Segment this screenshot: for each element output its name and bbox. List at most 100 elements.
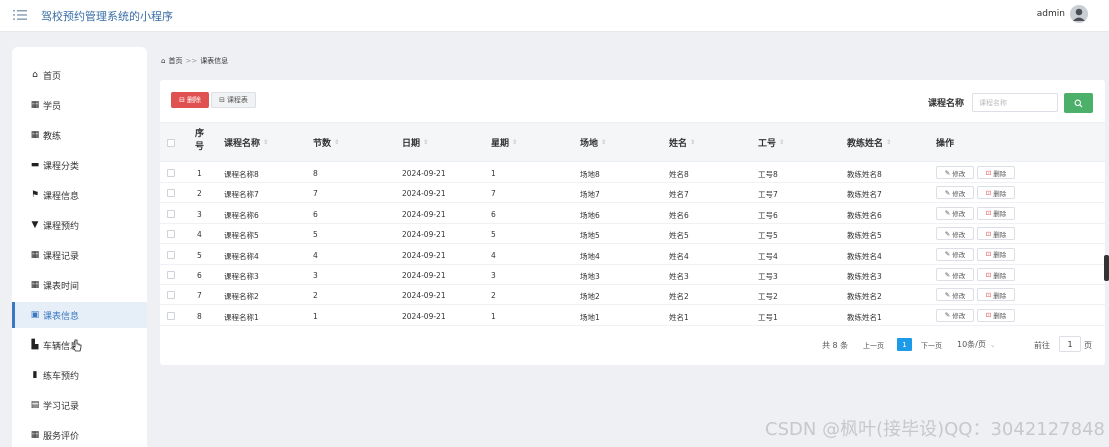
edit-button[interactable]: ✎ 修改 [936, 227, 974, 241]
edit-button[interactable]: ✎ 修改 [936, 206, 974, 220]
column-header-date[interactable]: 日期 ⇕ [402, 136, 428, 149]
cell-name: 姓名5 [669, 231, 689, 241]
delete-label: 删除 [993, 251, 1007, 260]
sort-icon[interactable]: ⇕ [512, 139, 517, 146]
goto-page-input[interactable]: 1 [1059, 336, 1081, 352]
delete-button[interactable]: ⊡ 删除 [977, 206, 1015, 220]
batch-delete-button[interactable]: ⊟ 删除 [171, 92, 209, 108]
row-checkbox[interactable] [167, 209, 175, 218]
delete-button[interactable]: ⊡ 删除 [977, 247, 1015, 261]
header-label: 教练姓名 [847, 139, 884, 149]
cell-name: 姓名1 [669, 312, 689, 322]
sidebar-item-course-booking[interactable]: ▼ 课程预约 [12, 212, 147, 238]
sort-icon[interactable]: ⇕ [601, 139, 606, 146]
sidebar-item-driving-booking[interactable]: ▮ 练车预约 [12, 362, 147, 388]
chart-icon: ▮ [32, 370, 38, 380]
delete-button[interactable]: ⊡ 删除 [977, 227, 1015, 241]
column-header-weekday[interactable]: 星期 ⇕ [491, 136, 517, 149]
trash-icon: ⊡ [985, 290, 992, 299]
pagination-next[interactable]: 下一页 [921, 341, 942, 351]
table-row: 7 课程名称2 2 2024-09-21 2 场地2 姓名2 工号2 教练姓名2 ✎ 修改 ⊡ 删除 [160, 285, 1105, 306]
column-header-venue[interactable]: 场地 ⇕ [580, 136, 606, 149]
row-checkbox[interactable] [167, 291, 175, 300]
column-header-sessions[interactable]: 节数 ⇕ [313, 136, 339, 149]
row-checkbox[interactable] [167, 250, 175, 259]
sidebar-item-course-category[interactable]: ▬ 课程分类 [12, 152, 147, 178]
row-checkbox[interactable] [167, 271, 175, 279]
edit-button[interactable]: ✎ 修改 [936, 308, 974, 322]
delete-button[interactable]: ⊡ 删除 [977, 186, 1015, 200]
seq-header-line1: 序 [195, 129, 205, 139]
cell-weekday: 3 [491, 271, 496, 280]
edit-button[interactable]: ✎ 修改 [936, 166, 974, 179]
select-all-checkbox[interactable] [167, 139, 175, 147]
row-checkbox[interactable] [167, 169, 175, 177]
cell-course-name: 课程名称4 [224, 251, 259, 261]
sort-icon[interactable]: ⇕ [334, 139, 339, 146]
trash-icon: ⊡ [985, 229, 992, 238]
table-row: 6 课程名称3 3 2024-09-21 3 场地3 姓名3 工号3 教练姓名3 ✎ 修改 ⊡ 删除 [160, 265, 1105, 285]
sidebar-item-coaches[interactable]: ▦ 教练 [12, 122, 147, 148]
cell-sessions: 2 [313, 291, 318, 301]
row-checkbox[interactable] [167, 311, 175, 320]
cell-course-name: 课程名称8 [224, 170, 259, 179]
column-header-course-name[interactable]: 课程名称 ⇕ [224, 136, 268, 149]
delete-button[interactable]: ⊡ 删除 [977, 288, 1015, 302]
row-checkbox[interactable] [167, 189, 175, 198]
cell-coach-name: 教练姓名8 [847, 170, 882, 179]
home-icon: ⌂ [161, 57, 166, 65]
admin-username[interactable]: admin [1037, 9, 1065, 19]
sidebar-item-schedule-time[interactable]: ▦ 课表时间 [12, 272, 147, 298]
sidebar-item-course-info[interactable]: ⚑ 课程信息 [12, 182, 147, 208]
edit-button[interactable]: ✎ 修改 [936, 288, 974, 302]
cell-sessions: 3 [313, 271, 318, 280]
trash-icon: ⊡ [985, 311, 992, 320]
delete-button[interactable]: ⊡ 删除 [977, 166, 1015, 179]
column-header-job-no[interactable]: 工号 ⇕ [758, 136, 784, 149]
sort-icon[interactable]: ⇕ [779, 139, 784, 146]
sidebar-item-course-records[interactable]: ▦ 课程记录 [12, 242, 147, 268]
cell-name: 姓名6 [669, 210, 689, 220]
sidebar-item-schedule-info[interactable]: ▣ 课表信息 [12, 302, 147, 328]
sort-icon[interactable]: ⇕ [690, 139, 695, 146]
page-size-value: 10条/页 [957, 340, 986, 349]
cell-date: 2024-09-21 [402, 189, 446, 199]
edit-button[interactable]: ✎ 修改 [936, 268, 974, 281]
delete-label: 删除 [993, 312, 1007, 321]
sidebar-item-service-review[interactable]: ▦ 服务评价 [12, 422, 147, 447]
delete-button[interactable]: ⊡ 删除 [977, 308, 1015, 322]
breadcrumb-home[interactable]: 首页 [168, 56, 182, 66]
search-input[interactable] [972, 93, 1058, 112]
trash-icon: ⊡ [985, 188, 992, 197]
search-button[interactable] [1064, 93, 1093, 113]
column-header-coach-name[interactable]: 教练姓名 ⇕ [847, 136, 891, 149]
cell-name: 姓名3 [669, 272, 689, 281]
delete-button[interactable]: ⊡ 删除 [977, 268, 1015, 281]
edit-button[interactable]: ✎ 修改 [936, 186, 974, 200]
cell-date: 2024-09-21 [402, 169, 446, 178]
column-header-name[interactable]: 姓名 ⇕ [669, 136, 695, 149]
edit-icon: ✎ [944, 229, 951, 238]
sidebar-item-students[interactable]: ▦ 学员 [12, 92, 147, 118]
pagination-page-1[interactable]: 1 [897, 338, 912, 351]
avatar[interactable] [1070, 5, 1088, 23]
schedule-button[interactable]: ⊟ 课程表 [211, 92, 256, 108]
grid-icon: ▦ [30, 250, 40, 260]
sidebar-item-home[interactable]: ⌂ 首页 [12, 62, 147, 88]
cell-seq: 2 [197, 189, 202, 199]
sort-icon[interactable]: ⇕ [423, 139, 428, 146]
cell-weekday: 4 [491, 250, 496, 260]
chevron-down-icon: ⌄ [989, 340, 996, 349]
delete-label: 删除 [993, 291, 1007, 300]
pagination-prev[interactable]: 上一页 [863, 341, 884, 351]
sidebar-item-study-records[interactable]: ▤ 学习记录 [12, 392, 147, 418]
grid-icon: ▦ [30, 130, 40, 140]
scrollbar-thumb[interactable] [1104, 255, 1109, 281]
sort-icon[interactable]: ⇕ [886, 139, 891, 146]
top-bar: 驾校预约管理系统的小程序 admin [0, 0, 1109, 32]
sort-icon[interactable]: ⇕ [263, 139, 268, 146]
page-size-select[interactable]: 10条/页 ⌄ [957, 337, 1012, 352]
menu-icon[interactable] [13, 9, 27, 21]
row-checkbox[interactable] [167, 230, 175, 239]
edit-button[interactable]: ✎ 修改 [936, 247, 974, 261]
